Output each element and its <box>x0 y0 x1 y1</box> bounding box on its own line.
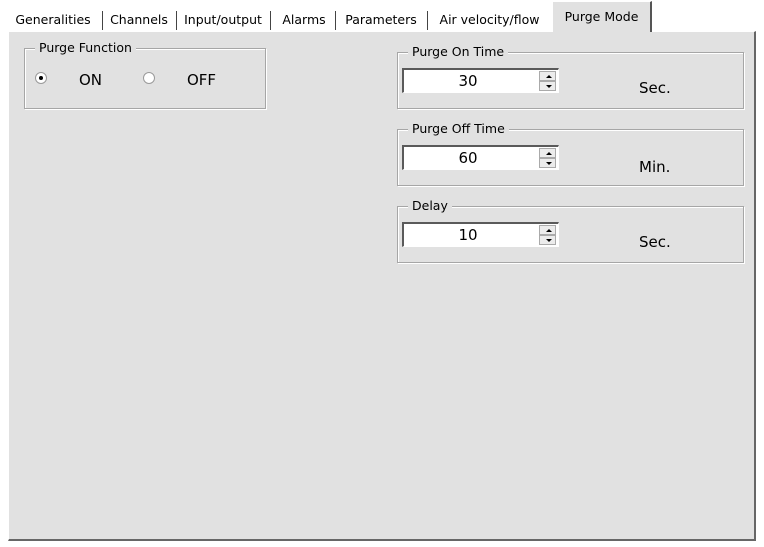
arrow-up-icon <box>546 152 552 155</box>
purge-on-time-spin-buttons[interactable] <box>539 71 556 91</box>
purge-off-radio[interactable] <box>143 72 155 84</box>
purge-mode-panel: Purge Function ON OFF Purge On Time 30 S… <box>8 31 756 541</box>
purge-off-time-spin-buttons[interactable] <box>539 148 556 168</box>
purge-on-radio[interactable] <box>35 72 47 84</box>
tab-strip: Generalities Channels Input/output Alarm… <box>0 0 764 32</box>
delay-unit: Sec. <box>639 233 671 251</box>
purge-function-group: Purge Function ON OFF <box>24 40 266 109</box>
purge-off-label[interactable]: OFF <box>187 71 216 89</box>
purge-off-time-title: Purge Off Time <box>408 121 509 137</box>
spin-down-button[interactable] <box>539 158 556 168</box>
purge-on-time-value[interactable]: 30 <box>404 72 532 90</box>
tab-alarms[interactable]: Alarms <box>272 8 336 32</box>
arrow-up-icon <box>546 75 552 78</box>
tab-purge-mode[interactable]: Purge Mode <box>552 1 652 32</box>
spin-up-button[interactable] <box>539 148 556 158</box>
purge-on-time-title: Purge On Time <box>408 44 509 60</box>
spin-up-button[interactable] <box>539 225 556 235</box>
arrow-up-icon <box>546 229 552 232</box>
tab-generalities[interactable]: Generalities <box>4 8 102 32</box>
tab-air-velocity-flow[interactable]: Air velocity/flow <box>429 8 550 32</box>
purge-on-time-spinbox[interactable]: 30 <box>402 68 559 93</box>
spin-down-button[interactable] <box>539 235 556 245</box>
arrow-down-icon <box>546 239 552 242</box>
tab-separator <box>176 11 177 30</box>
tab-separator <box>335 11 336 30</box>
purge-off-time-group: Purge Off Time 60 Min. <box>397 121 744 186</box>
delay-title: Delay <box>408 198 452 214</box>
tab-input-output[interactable]: Input/output <box>178 8 268 32</box>
purge-on-time-group: Purge On Time 30 Sec. <box>397 44 744 109</box>
tab-separator <box>427 11 428 30</box>
tab-channels[interactable]: Channels <box>104 8 174 32</box>
purge-function-title: Purge Function <box>35 40 136 56</box>
delay-spin-buttons[interactable] <box>539 225 556 245</box>
purge-on-time-unit: Sec. <box>639 79 671 97</box>
purge-off-time-unit: Min. <box>639 158 671 176</box>
arrow-down-icon <box>546 162 552 165</box>
delay-value[interactable]: 10 <box>404 226 532 244</box>
delay-group: Delay 10 Sec. <box>397 198 744 263</box>
tab-separator <box>270 11 271 30</box>
purge-on-label[interactable]: ON <box>79 71 102 89</box>
arrow-down-icon <box>546 85 552 88</box>
purge-off-time-value[interactable]: 60 <box>404 149 532 167</box>
tab-separator <box>102 11 103 30</box>
delay-spinbox[interactable]: 10 <box>402 222 559 247</box>
purge-off-time-spinbox[interactable]: 60 <box>402 145 559 170</box>
spin-up-button[interactable] <box>539 71 556 81</box>
tab-parameters[interactable]: Parameters <box>337 8 425 32</box>
spin-down-button[interactable] <box>539 81 556 91</box>
